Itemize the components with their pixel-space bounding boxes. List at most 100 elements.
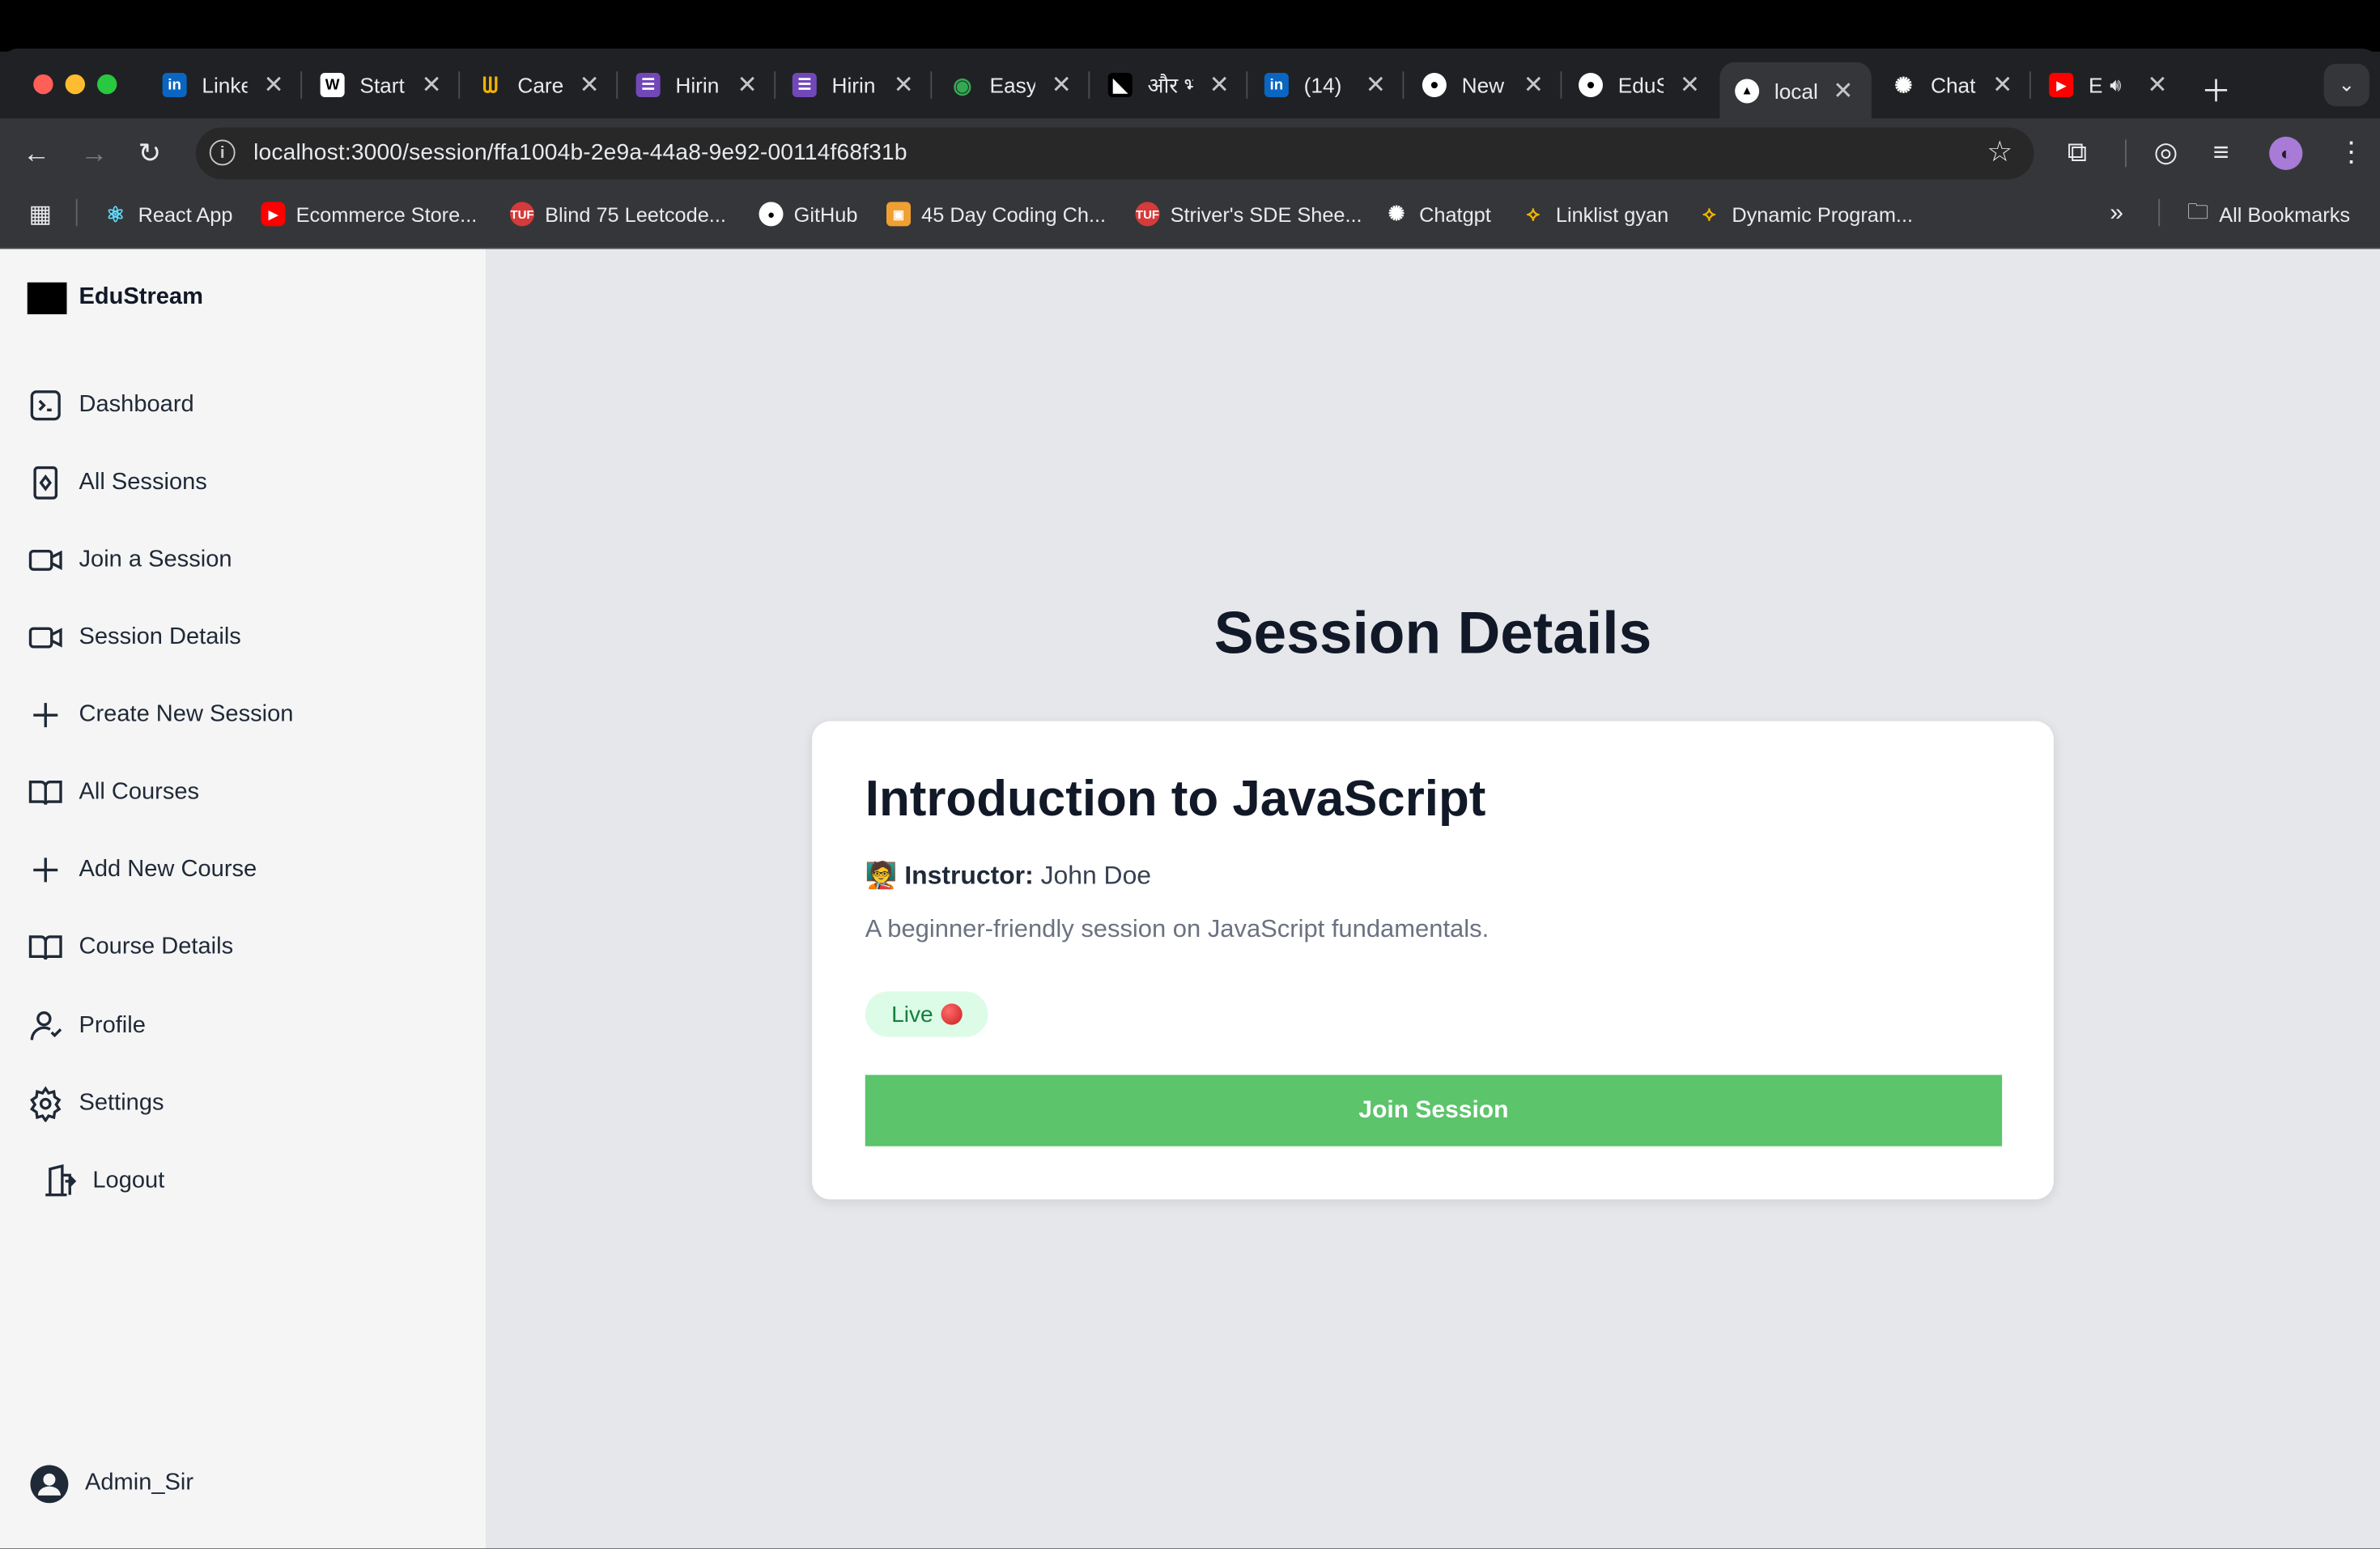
tab-close-icon[interactable]: ✕: [1209, 70, 1230, 100]
media-controls-icon[interactable]: ≡: [2213, 137, 2229, 168]
session-card-icon: [33, 466, 58, 500]
nav-profile[interactable]: Profile: [28, 1006, 146, 1046]
join-session-button[interactable]: Join Session: [865, 1075, 2003, 1147]
reload-icon[interactable]: ↻: [138, 138, 161, 170]
bookmark-45-day[interactable]: ▣ 45 Day Coding Ch...: [886, 201, 1106, 228]
session-description: A beginner-friendly session on JavaScrip…: [865, 915, 1490, 943]
tab-divider: [300, 71, 303, 99]
brand-logo[interactable]: [27, 282, 67, 315]
bookmark-github[interactable]: ● GitHub: [759, 201, 857, 228]
tab-chatgpt[interactable]: ✺ Chat ✕: [1891, 62, 2012, 108]
nav-join-session[interactable]: Join a Session: [28, 541, 232, 581]
close-window-button[interactable]: [33, 74, 53, 95]
nav-session-details[interactable]: Session Details: [28, 618, 241, 657]
window-titlebar: [0, 0, 2380, 52]
tab-github-edustream[interactable]: ● EduS ✕: [1579, 62, 1700, 108]
new-tab-button[interactable]: ＋: [2201, 67, 2232, 111]
book-icon: [28, 935, 62, 960]
video-icon: [28, 549, 62, 571]
tab-hiring-2[interactable]: ☰ Hirin ✕: [792, 62, 914, 108]
apps-grid-icon[interactable]: ▦: [29, 201, 52, 228]
tab-linkedin[interactable]: in Linke ✕: [162, 62, 284, 108]
speaker-icon[interactable]: 🔊︎: [2110, 74, 2121, 96]
nav-settings[interactable]: Settings: [28, 1084, 164, 1124]
minimize-window-button[interactable]: [65, 74, 85, 95]
tab-start[interactable]: W Start ✕: [320, 62, 442, 108]
linkedin-icon: in: [1264, 73, 1289, 97]
nav-all-courses[interactable]: All Courses: [28, 772, 199, 812]
site-info-icon[interactable]: i: [209, 139, 236, 166]
bookmark-chatgpt[interactable]: ✺ Chatgpt: [1384, 201, 1491, 228]
tab-github-new[interactable]: ● New ✕: [1422, 62, 1544, 108]
bookmark-react-app[interactable]: ⚛ React App: [104, 201, 233, 228]
url-text[interactable]: localhost:3000/session/ffa1004b-2e9a-44a…: [253, 140, 907, 166]
bookmark-blind75[interactable]: TUF Blind 75 Leetcode...: [510, 201, 726, 228]
tab-hiring-1[interactable]: ☰ Hirin ✕: [635, 62, 758, 108]
tab-close-icon[interactable]: ✕: [1366, 70, 1386, 100]
nav-all-sessions[interactable]: All Sessions: [28, 463, 207, 503]
coding-icon: ▣: [886, 202, 911, 227]
tab-localhost-active[interactable]: ▲ local ✕: [1719, 62, 1872, 119]
bookmarks-divider: [2158, 198, 2161, 227]
nav-add-course[interactable]: Add New Course: [28, 850, 257, 890]
tab-close-icon[interactable]: ✕: [894, 70, 914, 100]
react-icon: ⚛: [105, 201, 125, 226]
back-icon[interactable]: ←: [23, 138, 50, 170]
tab-divider: [1560, 71, 1562, 99]
tab-easy[interactable]: ◉ Easy ✕: [950, 62, 1072, 108]
all-bookmarks-folder[interactable]: 🗀︎ All Bookmarks: [2187, 199, 2350, 228]
tab-close-icon[interactable]: ✕: [1524, 70, 1544, 100]
tab-linkedin-14[interactable]: in (14) ✕: [1264, 62, 1386, 108]
github-icon: ●: [759, 202, 784, 227]
github-icon: ●: [1422, 73, 1447, 97]
user-avatar[interactable]: [30, 1465, 69, 1504]
tab-close-icon[interactable]: ✕: [421, 70, 441, 100]
profile-avatar[interactable]: ◐: [2269, 136, 2303, 170]
forward-icon[interactable]: →: [80, 138, 108, 170]
user-name[interactable]: Admin_Sir: [85, 1470, 193, 1497]
bookmark-star-icon[interactable]: ☆: [1987, 135, 2012, 170]
tab-close-icon[interactable]: ✕: [2147, 70, 2167, 100]
tab-divider: [1088, 71, 1090, 99]
tab-close-icon[interactable]: ✕: [1052, 70, 1072, 100]
tab-careers[interactable]: ᗯ Care ✕: [478, 62, 599, 108]
tab-aur-bhi[interactable]: ◣ और भी ✕: [1107, 62, 1230, 108]
tab-close-icon[interactable]: ✕: [1680, 70, 1700, 100]
nav-create-session[interactable]: Create New Session: [28, 696, 293, 735]
bookmark-ecommerce[interactable]: ▶ Ecommerce Store...: [261, 201, 477, 228]
nav-logout[interactable]: Logout: [41, 1161, 164, 1201]
tuf-icon: TUF: [1135, 202, 1160, 227]
tab-divider: [458, 71, 461, 99]
tab-close-icon[interactable]: ✕: [1833, 76, 1853, 107]
bookmark-dynamic-programming[interactable]: ⟡ Dynamic Program...: [1697, 201, 1913, 228]
tab-close-icon[interactable]: ✕: [263, 70, 283, 100]
more-bookmarks-icon[interactable]: »: [2110, 201, 2123, 228]
tab-divider: [1246, 71, 1248, 99]
wellfound-icon: W: [320, 73, 345, 97]
nav-course-details[interactable]: Course Details: [28, 928, 233, 968]
toolbar-divider: [2125, 139, 2127, 168]
youtube-icon: ▶: [2049, 73, 2074, 97]
bookmark-striver[interactable]: TUF Striver's SDE Shee...: [1135, 201, 1362, 228]
tab-divider: [774, 71, 776, 99]
plus-icon: [33, 857, 58, 883]
extensions-icon[interactable]: ⧉: [2068, 137, 2087, 168]
menu-dots-icon[interactable]: ⋮: [2338, 137, 2365, 168]
tab-divider: [1402, 71, 1405, 99]
performance-icon[interactable]: ◎: [2154, 137, 2178, 168]
tuf-icon: TUF: [510, 202, 534, 227]
tab-close-icon[interactable]: ✕: [579, 70, 599, 100]
easy-icon: ◉: [953, 72, 972, 97]
youtube-icon: ▶: [261, 202, 286, 227]
tab-divider: [2029, 71, 2031, 99]
bookmark-linklist[interactable]: ⟡ Linklist gyan: [1521, 201, 1668, 228]
tab-close-icon[interactable]: ✕: [737, 70, 757, 100]
linklist-icon: ⟡: [1526, 202, 1540, 225]
session-title: Introduction to JavaScript: [865, 769, 1486, 826]
tab-search-button[interactable]: ⌄: [2323, 63, 2369, 107]
tab-close-icon[interactable]: ✕: [1992, 70, 2012, 100]
tab-youtube[interactable]: ▶ E 🔊︎ ✕: [2049, 62, 2168, 108]
nav-dashboard[interactable]: Dashboard: [28, 385, 194, 425]
brand-name[interactable]: EduStream: [79, 284, 203, 312]
fullscreen-window-button[interactable]: [97, 74, 117, 95]
